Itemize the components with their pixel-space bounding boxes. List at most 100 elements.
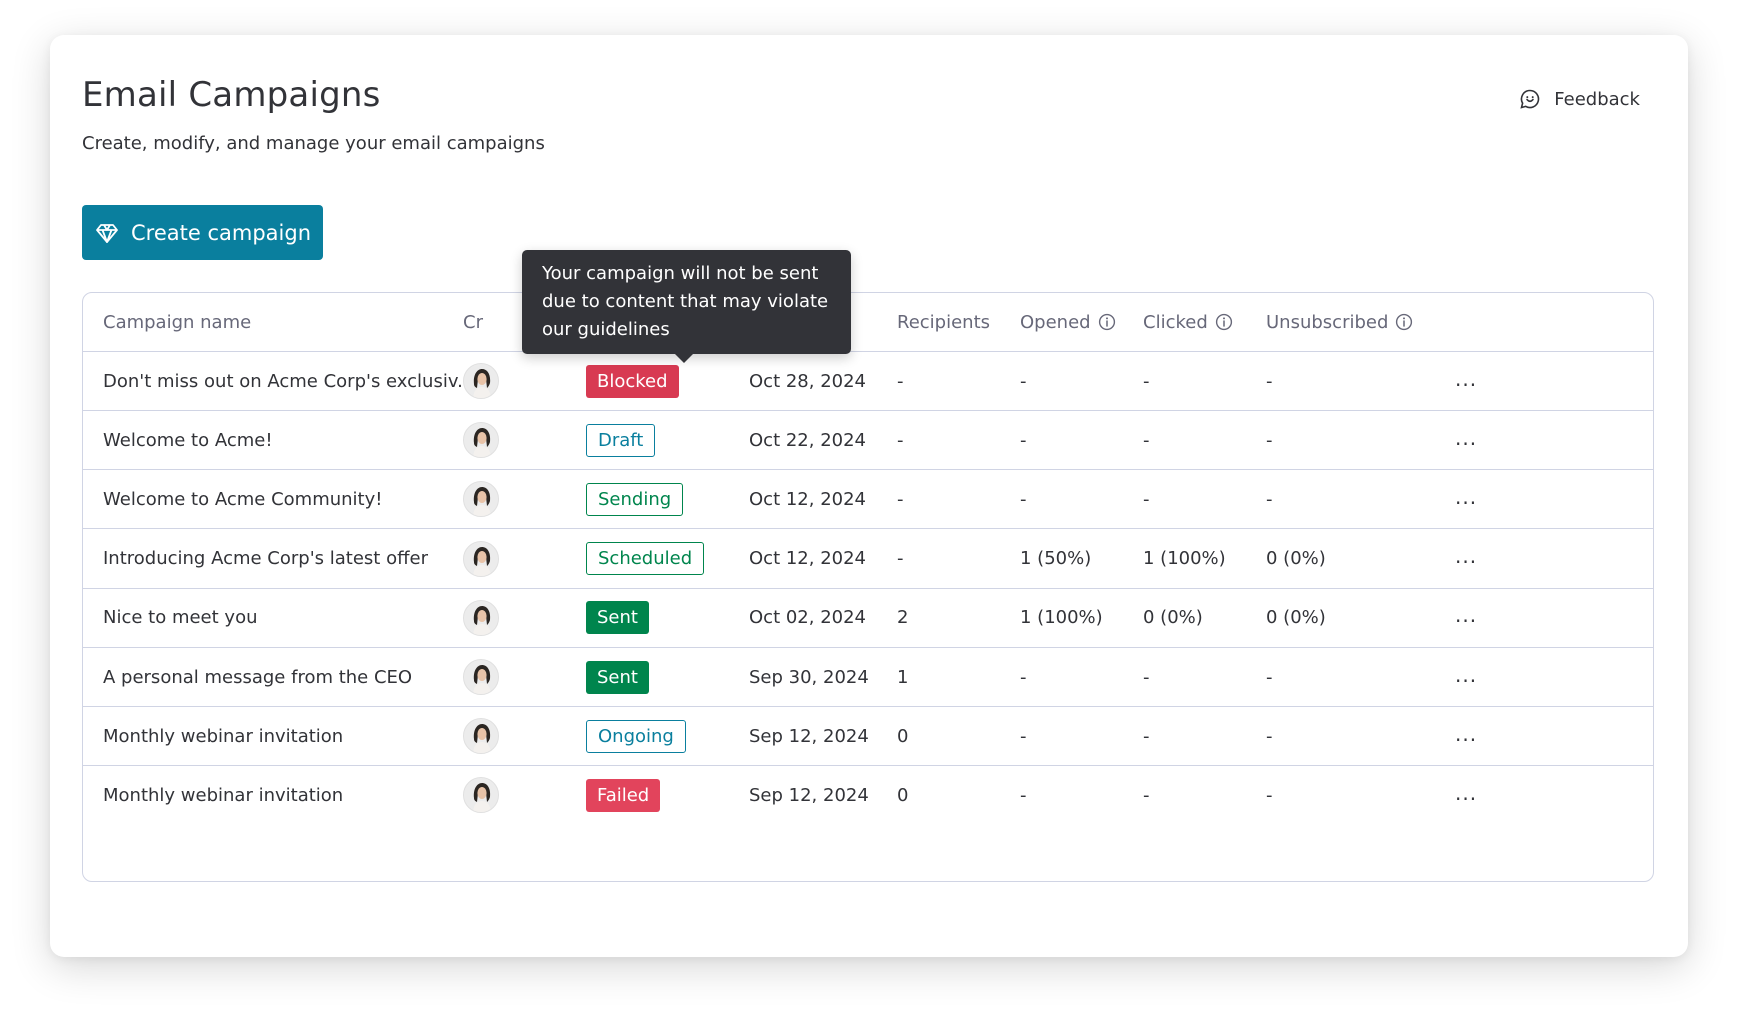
cell-status: Draft — [586, 411, 656, 469]
cell-campaign-name: Welcome to Acme! — [103, 411, 273, 469]
more-horizontal-icon[interactable]: ··· — [1455, 352, 1477, 417]
cell-clicked: - — [1143, 648, 1150, 706]
cell-text: Oct 22, 2024 — [749, 429, 866, 451]
column-header-campaign-name: Campaign name — [103, 293, 251, 351]
cell-opened: - — [1020, 470, 1027, 528]
cell-recipients: - — [897, 352, 904, 410]
cell-text: Oct 28, 2024 — [749, 370, 866, 392]
cell-date-created: Oct 12, 2024 — [749, 470, 866, 528]
status-tooltip: Your campaign will not be sent due to co… — [522, 250, 851, 363]
cell-text: Nice to meet you — [103, 607, 258, 629]
cell-campaign-name: Monthly webinar invitation — [103, 707, 343, 765]
more-horizontal-icon[interactable]: ··· — [1455, 766, 1477, 831]
table-row[interactable]: Nice to meet you Sent Oct 02, 2024 2 1 (100%… — [83, 589, 1653, 648]
page-subtitle: Create, modify, and manage your email ca… — [82, 133, 545, 154]
table-row[interactable]: Introducing Acme Corp's latest offer Sche… — [83, 530, 1653, 589]
avatar — [463, 718, 499, 755]
cell-creator — [463, 589, 499, 647]
cell-campaign-name: Welcome to Acme Community! — [103, 470, 382, 528]
tooltip-line: our guidelines — [542, 319, 670, 340]
cell-status: Ongoing — [586, 707, 686, 765]
tooltip-line: due to content that may violate — [542, 291, 829, 312]
cell-text: - — [1266, 666, 1273, 688]
table-row[interactable]: Monthly webinar invitation Failed Sep 12, … — [83, 766, 1653, 825]
cell-date-created: Oct 12, 2024 — [749, 530, 866, 588]
cell-text: Don't miss out on Acme Corp's exclusiv..… — [103, 370, 475, 392]
column-header-label: Campaign name — [103, 311, 252, 333]
cell-campaign-name: Introducing Acme Corp's latest offer — [103, 530, 428, 588]
cell-recipients: 1 — [897, 648, 908, 706]
cell-text: - — [1020, 784, 1027, 806]
column-header-label: Unsubscribed — [1266, 311, 1389, 333]
cell-clicked: 0 (0%) — [1143, 589, 1203, 647]
cell-creator — [463, 707, 499, 765]
cell-date-created: Sep 12, 2024 — [749, 707, 869, 765]
cell-text: - — [1143, 784, 1150, 806]
cell-opened: - — [1020, 411, 1027, 469]
cell-text: - — [897, 429, 904, 451]
campaigns-table: Campaign nameCre createdRecipientsOpened… — [82, 292, 1654, 882]
cell-recipients: - — [897, 530, 904, 588]
table-row[interactable]: Don't miss out on Acme Corp's exclusiv..… — [83, 352, 1653, 411]
cell-text: - — [1266, 488, 1273, 510]
column-header-creator: Cr — [463, 293, 483, 351]
table-row[interactable]: Welcome to Acme! Draft Oct 22, 2024- - - - ··· — [83, 411, 1653, 471]
info-icon[interactable] — [1215, 313, 1233, 331]
table-row[interactable]: Welcome to Acme Community! Sending Oct 12,… — [83, 470, 1653, 530]
column-header-opened: Opened — [1020, 293, 1116, 351]
cell-unsubscribed: - — [1266, 411, 1273, 469]
cell-text: Sep 12, 2024 — [749, 725, 869, 747]
cell-text: Monthly webinar invitation — [103, 725, 344, 747]
cell-text: 1 (50%) — [1020, 548, 1092, 570]
column-header-clicked: Clicked — [1143, 293, 1233, 351]
avatar — [463, 363, 499, 399]
cell-text: 1 (100%) — [1143, 548, 1226, 570]
cell-date-created: Sep 30, 2024 — [749, 648, 869, 706]
column-header-label: Clicked — [1143, 311, 1208, 333]
more-horizontal-icon[interactable]: ··· — [1455, 411, 1477, 476]
cell-clicked: - — [1143, 352, 1150, 410]
cell-text: - — [897, 548, 904, 570]
cell-text: Sep 12, 2024 — [749, 784, 869, 806]
create-campaign-button[interactable]: Create campaign — [82, 205, 323, 260]
cell-opened: - — [1020, 352, 1027, 410]
cell-text: Sep 30, 2024 — [749, 666, 869, 688]
more-horizontal-icon[interactable]: ··· — [1455, 648, 1477, 713]
avatar — [463, 422, 499, 459]
avatar — [463, 599, 499, 636]
avatar — [463, 481, 499, 518]
cell-opened: - — [1020, 766, 1027, 824]
cell-date-created: Sep 12, 2024 — [749, 766, 869, 824]
cell-text: 1 — [897, 666, 909, 688]
table-row[interactable]: A personal message from the CEO Sent Sep 3… — [83, 648, 1653, 707]
cell-recipients: 0 — [897, 707, 908, 765]
more-horizontal-icon[interactable]: ··· — [1455, 589, 1477, 654]
cell-clicked: 1 (100%) — [1143, 530, 1226, 588]
cell-text: 2 — [897, 607, 909, 629]
more-horizontal-icon[interactable]: ··· — [1455, 470, 1477, 535]
cell-status: Blocked — [586, 352, 679, 410]
cell-text: A personal message from the CEO — [103, 666, 413, 688]
cell-text: - — [1020, 666, 1027, 688]
cell-campaign-name: Monthly webinar invitation — [103, 766, 343, 824]
column-header-label: Recipients — [897, 311, 991, 333]
cell-text: - — [1143, 429, 1150, 451]
cell-text: 0 (0%) — [1266, 548, 1326, 570]
cell-recipients: 2 — [897, 589, 908, 647]
info-icon[interactable] — [1395, 313, 1413, 331]
cell-text: - — [1143, 725, 1150, 747]
more-horizontal-icon[interactable]: ··· — [1455, 530, 1477, 595]
cell-text: - — [1266, 725, 1273, 747]
diamond-icon — [96, 223, 118, 243]
cell-date-created: Oct 02, 2024 — [749, 589, 866, 647]
more-horizontal-icon[interactable]: ··· — [1455, 707, 1477, 772]
cell-unsubscribed: - — [1266, 470, 1273, 528]
table-row[interactable]: Monthly webinar invitation Ongoing Sep 12,… — [83, 707, 1653, 767]
feedback-button[interactable]: Feedback — [1518, 87, 1640, 111]
cell-status: Failed — [586, 766, 661, 824]
cell-text: Oct 12, 2024 — [749, 548, 866, 570]
create-campaign-label: Create campaign — [131, 220, 311, 245]
info-icon[interactable] — [1098, 313, 1116, 331]
cell-text: Oct 02, 2024 — [749, 607, 866, 629]
cell-opened: - — [1020, 707, 1027, 765]
